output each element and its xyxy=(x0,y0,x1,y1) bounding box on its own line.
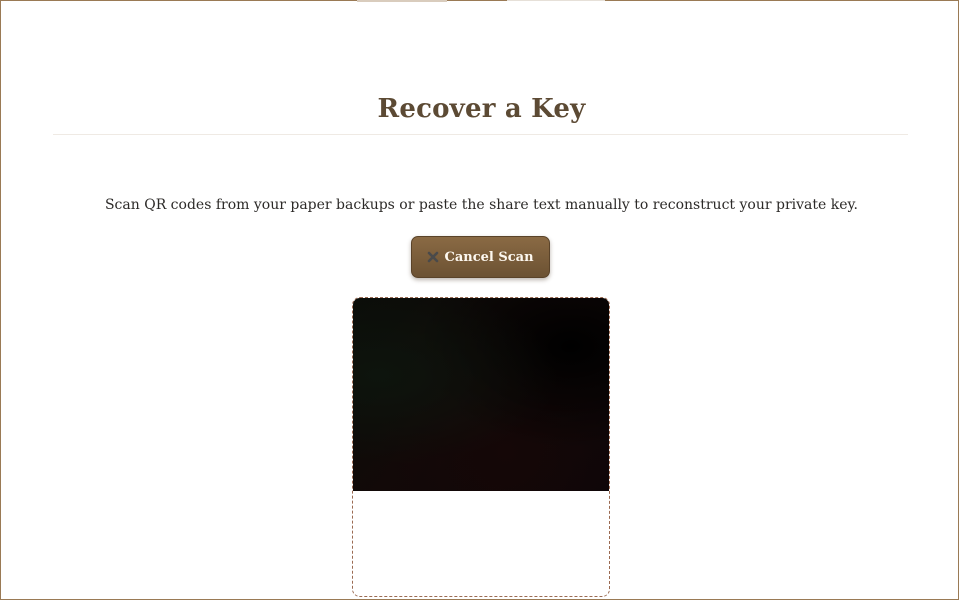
tab-active[interactable] xyxy=(507,0,605,3)
qr-scanner[interactable] xyxy=(352,297,610,597)
tab-inactive[interactable] xyxy=(357,0,447,2)
page-title: Recover a Key xyxy=(377,94,586,124)
close-icon xyxy=(427,251,439,263)
cancel-scan-button[interactable]: Cancel Scan xyxy=(411,236,550,278)
cancel-scan-label: Cancel Scan xyxy=(444,249,534,265)
title-divider xyxy=(53,134,908,135)
scanner-status-area xyxy=(353,491,609,596)
top-tabs xyxy=(357,0,605,3)
camera-feed xyxy=(353,298,609,491)
instructions-text: Scan QR codes from your paper backups or… xyxy=(104,197,859,213)
